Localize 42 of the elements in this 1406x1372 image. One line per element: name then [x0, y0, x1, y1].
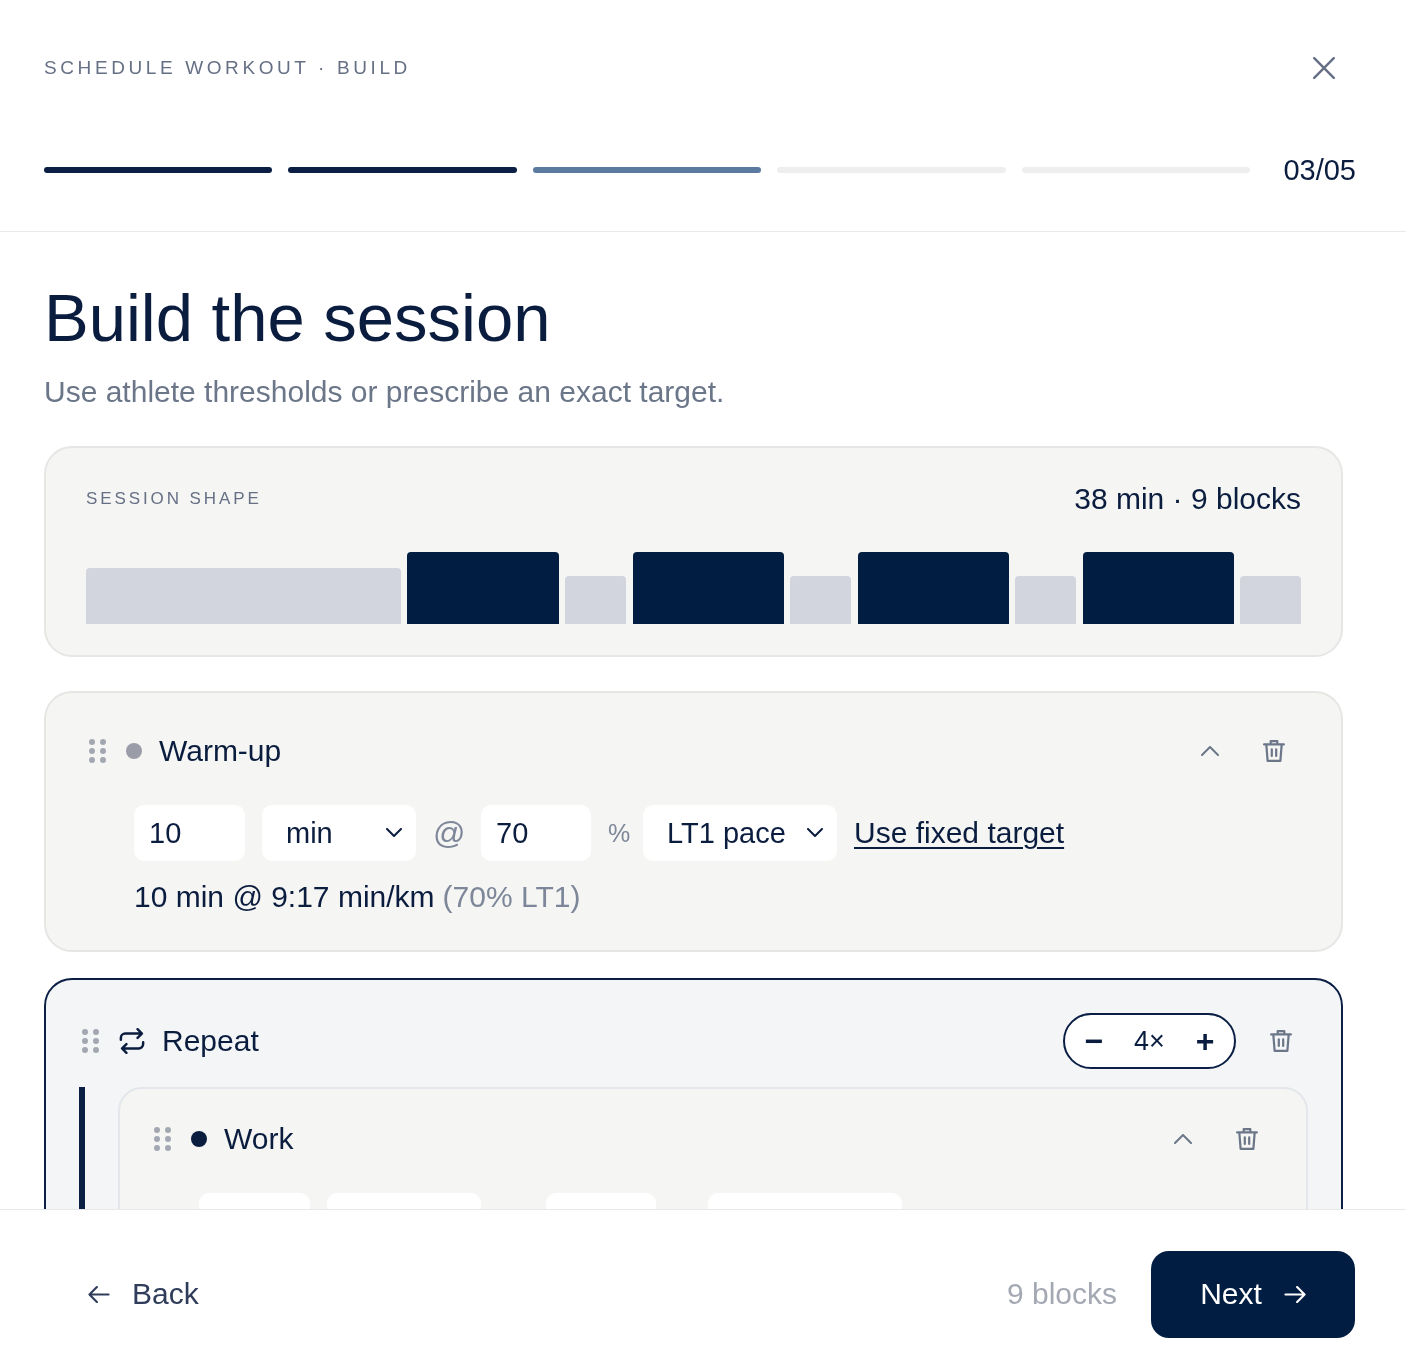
step-counter: 03/05 — [1283, 153, 1356, 187]
dialog-title: SCHEDULE WORKOUT · BUILD — [44, 57, 411, 79]
page-subtitle: Use athlete thresholds or prescribe an exact target. — [44, 374, 726, 410]
chevron-up-icon[interactable] — [1174, 1134, 1192, 1144]
repeat-icon — [119, 1028, 145, 1054]
block-title: Warm-up — [159, 734, 282, 768]
drag-handle-icon[interactable] — [154, 1127, 171, 1151]
drag-handle-icon[interactable] — [89, 739, 106, 763]
summary-text: 10 min @ 9:17 min/km — [134, 880, 435, 913]
unit-dropdown[interactable]: min — [262, 805, 416, 861]
next-button[interactable]: Next — [1151, 1250, 1355, 1338]
chevron-down-icon — [807, 828, 823, 838]
increase-button[interactable]: + — [1188, 1021, 1222, 1061]
arrow-right-icon — [1283, 1285, 1306, 1303]
block-title: Work — [224, 1122, 294, 1156]
chevron-up-icon[interactable] — [1201, 746, 1219, 756]
block-bar — [565, 576, 626, 624]
block-bar — [790, 576, 851, 624]
decrease-button[interactable]: − — [1077, 1021, 1111, 1061]
close-icon[interactable] — [1313, 57, 1335, 79]
at-sign: @ — [433, 814, 464, 852]
back-button[interactable]: Back — [88, 1277, 199, 1311]
chevron-down-icon — [386, 828, 402, 838]
repeat-stepper[interactable]: − 4× + — [1063, 1013, 1236, 1069]
page-heading: Build the session — [44, 280, 552, 356]
fixed-target-link[interactable]: Use fixed target — [854, 816, 1065, 850]
trash-icon[interactable] — [1236, 1128, 1258, 1150]
arrow-left-icon — [88, 1285, 110, 1303]
block-title: Repeat — [162, 1024, 259, 1058]
duration-input[interactable]: 10 — [134, 805, 245, 861]
target-dropdown[interactable]: LT1 pace — [643, 805, 837, 861]
block-bar — [1015, 576, 1077, 624]
intensity-input[interactable]: 70 — [481, 805, 591, 861]
block-bar — [1240, 576, 1302, 624]
drag-handle-icon[interactable] — [82, 1029, 99, 1053]
section-label: SESSION SHAPE — [86, 489, 262, 509]
trash-icon[interactable] — [1263, 740, 1285, 762]
summary-note: (70% LT1) — [442, 880, 581, 913]
trash-icon[interactable] — [1270, 1030, 1292, 1052]
repeat-count: 4× — [1134, 1025, 1165, 1057]
block-count: 9 blocks — [1006, 1277, 1117, 1311]
session-summary: 38 min · 9 blocks — [1074, 482, 1301, 516]
